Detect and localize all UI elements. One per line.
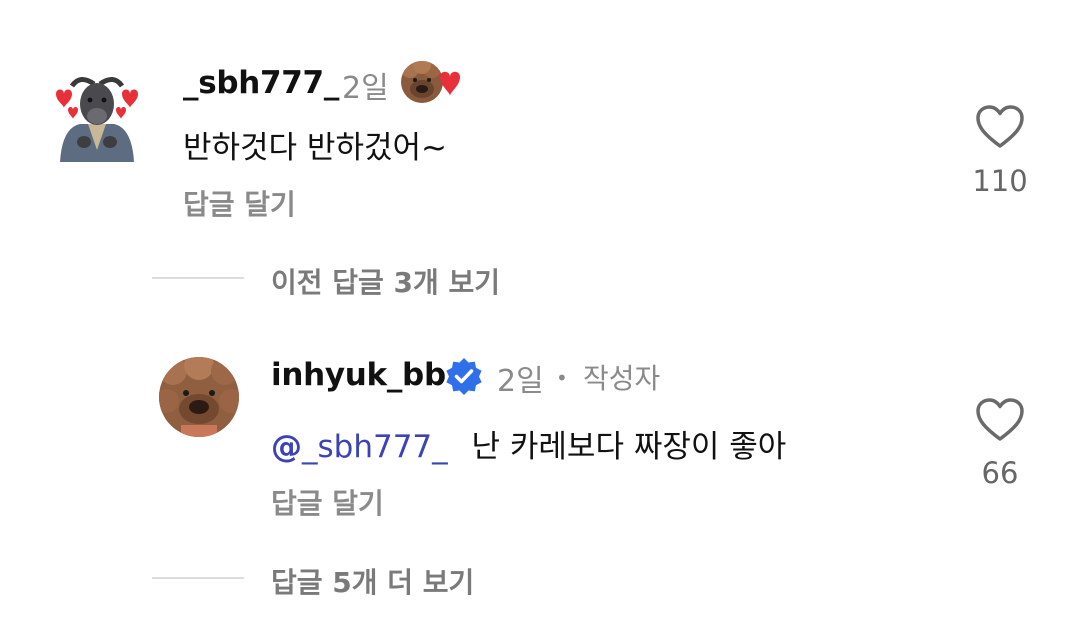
separator-dot: •: [556, 366, 568, 390]
commenter-avatar[interactable]: [50, 70, 144, 164]
reply-text: 난 카레보다 짜장이 좋아: [471, 429, 787, 465]
author-label: 작성자: [583, 362, 661, 395]
author-comment-time: 2일: [497, 364, 544, 399]
comment-text: 반하것다 반하겄어~: [183, 130, 447, 166]
mention-username: _sbh777_: [302, 429, 448, 465]
thread-divider: [152, 277, 244, 279]
dog-avatar-icon: [159, 357, 239, 437]
comment-username[interactable]: _sbh777_: [183, 65, 339, 101]
like-button[interactable]: [975, 104, 1025, 150]
verified-badge: [444, 356, 484, 396]
threads-mention-icon: @: [271, 429, 302, 465]
comments-thread: _sbh777_ 2일 반하것다 반하겄어~ 답글 달기 110 이전 답글 3…: [0, 0, 1080, 618]
heart-icon: [976, 398, 1024, 441]
author-avatar[interactable]: [159, 357, 239, 437]
mention-link[interactable]: @_sbh777_: [271, 429, 458, 465]
view-more-replies-button[interactable]: 답글 5개 더 보기: [271, 561, 474, 601]
thread-divider-2: [152, 577, 244, 579]
reply-text-line: @_sbh777_ 난 카레보다 짜장이 좋아: [271, 421, 786, 466]
reply-button[interactable]: 답글 달기: [183, 183, 296, 223]
author-liked-indicator: [400, 59, 466, 105]
buffalo-avatar-icon: [56, 77, 138, 162]
author-username[interactable]: inhyuk_bb: [271, 357, 446, 393]
verified-badge-icon: [446, 358, 482, 395]
reply-button-2[interactable]: 답글 달기: [271, 482, 384, 522]
like-button-2[interactable]: [975, 397, 1025, 443]
heart-icon: [976, 105, 1024, 148]
view-previous-replies-button[interactable]: 이전 답글 3개 보기: [271, 261, 500, 301]
like-count-2: 66: [981, 456, 1019, 490]
comment-time: 2일: [342, 71, 389, 106]
author-avatar-with-heart-icon: [401, 61, 460, 103]
like-count: 110: [972, 164, 1028, 198]
